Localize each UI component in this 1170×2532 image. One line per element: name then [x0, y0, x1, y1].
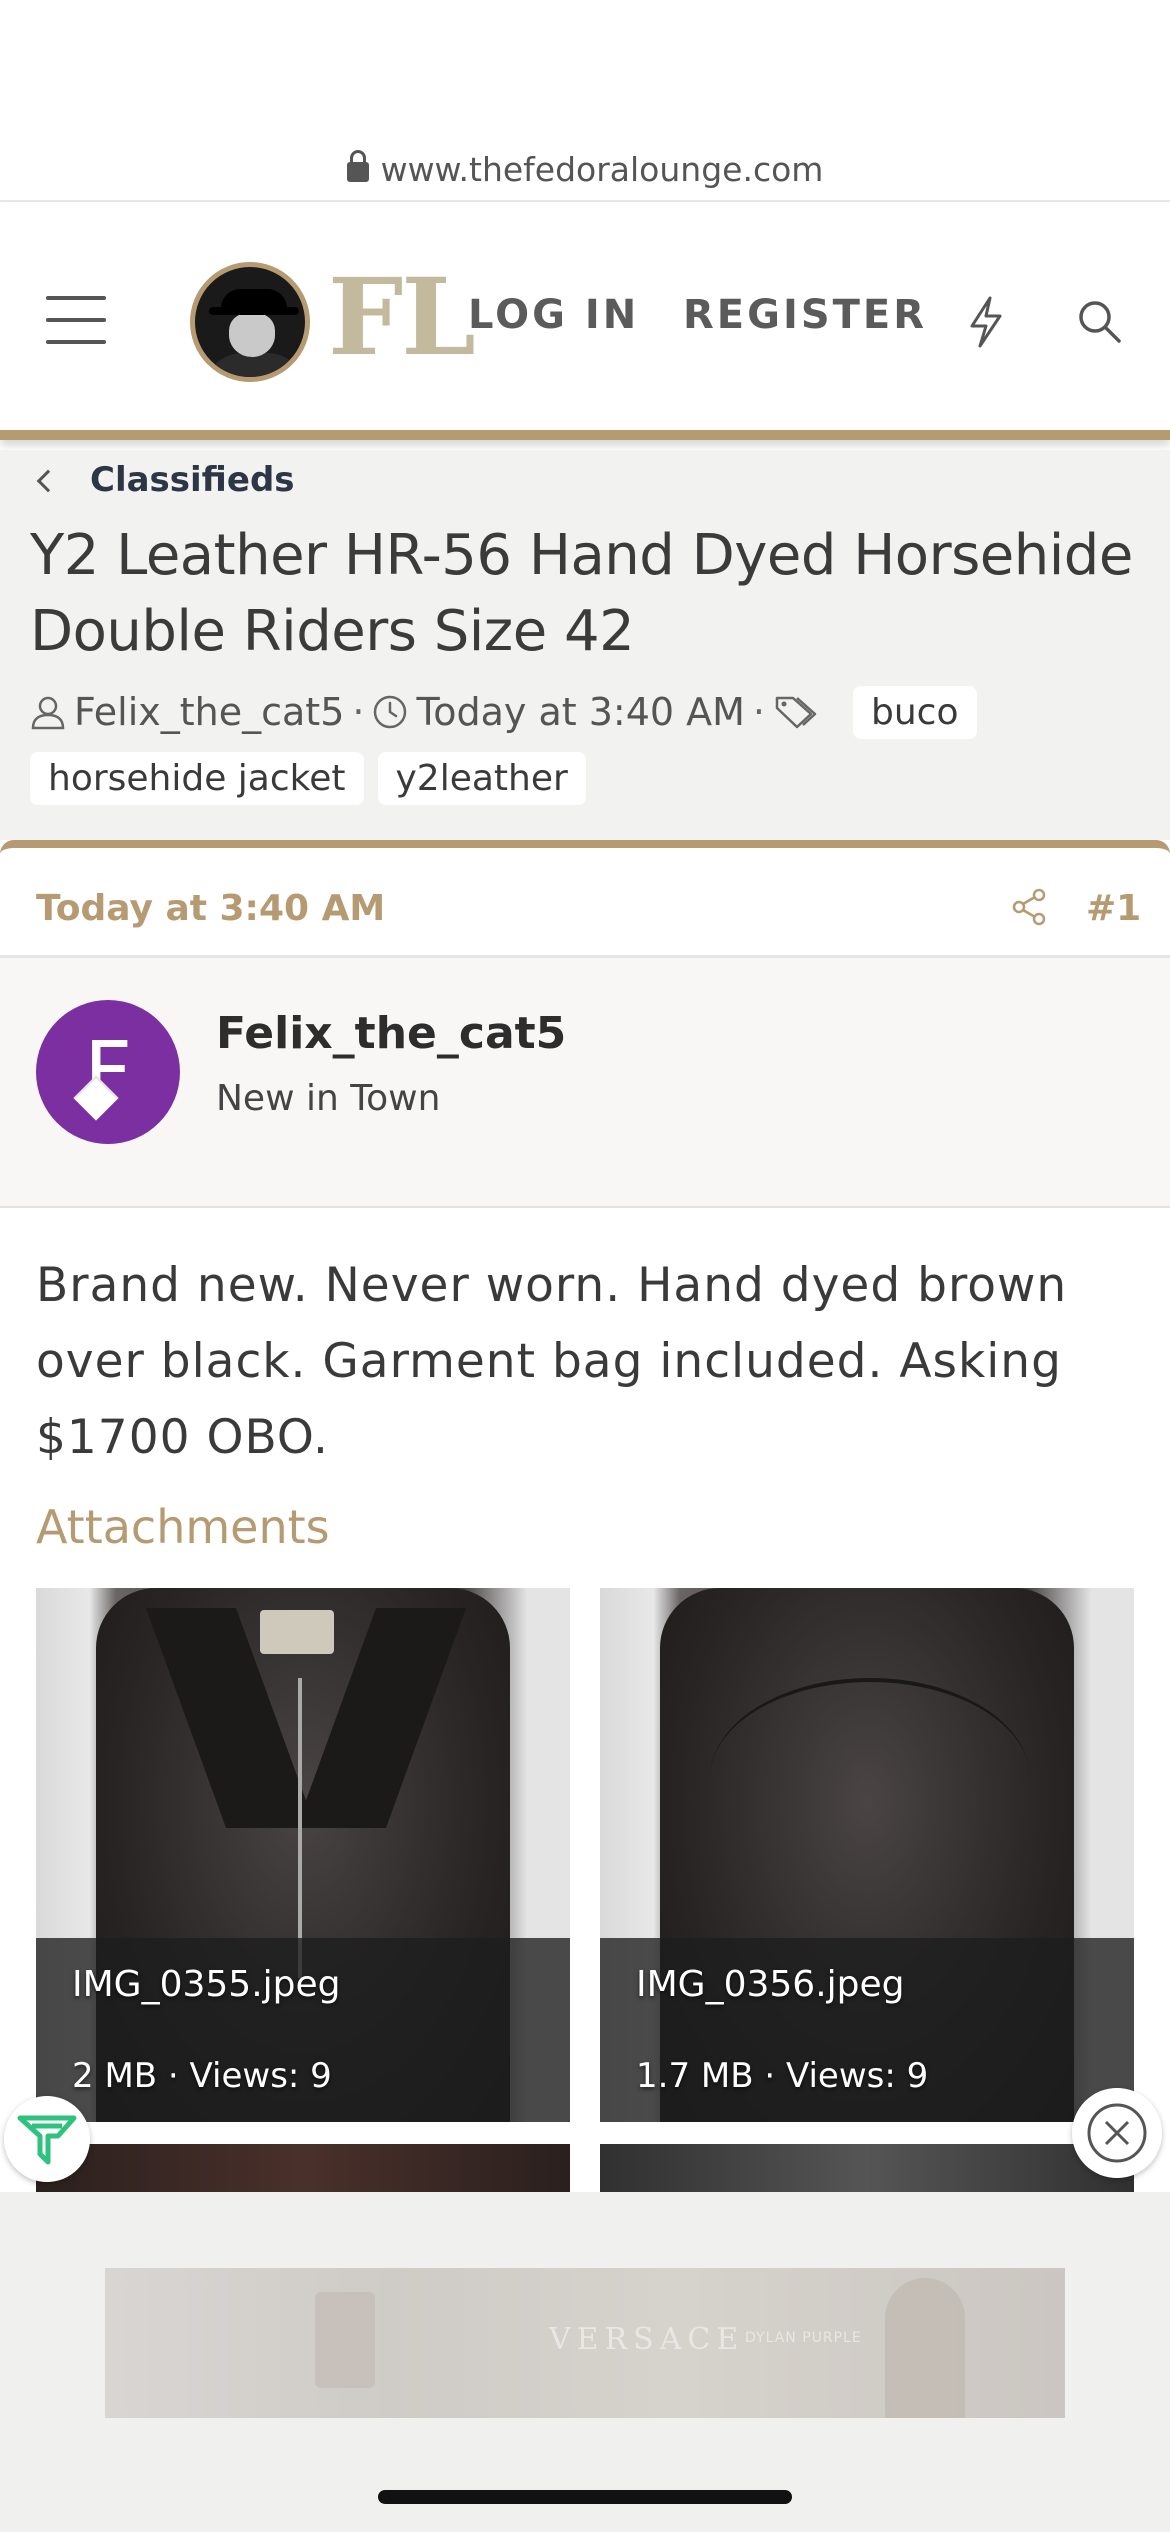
clock-icon [374, 695, 407, 729]
bolt-icon[interactable] [966, 296, 1006, 348]
home-indicator[interactable] [378, 2490, 792, 2504]
tag-chip[interactable]: buco [853, 685, 977, 739]
attachment-thumbnail[interactable]: IMG_0355.jpeg 2 MB · Views: 9 [36, 1588, 570, 2122]
post-number[interactable]: #1 [1086, 888, 1141, 929]
breadcrumb-label: Classifieds [90, 460, 295, 500]
lock-icon [346, 150, 369, 182]
site-header: FL LOG IN REGISTER [0, 202, 1170, 440]
post-date[interactable]: Today at 3:40 AM [36, 888, 385, 929]
attachment-meta: 2 MB · Views: 9 [72, 2056, 332, 2096]
thread-header: Classifieds Y2 Leather HR-56 Hand Dyed H… [0, 450, 1170, 840]
ad-banner[interactable]: VERSACE DYLAN PURPLE [105, 2268, 1065, 2418]
browser-url-bar[interactable]: www.thefedoralounge.com [0, 0, 1170, 202]
avatar[interactable]: F [36, 1000, 180, 1144]
thread-author[interactable]: Felix_the_cat5 [74, 690, 344, 734]
url-text: www.thefedoralounge.com [380, 150, 824, 189]
breadcrumb[interactable]: Classifieds [36, 460, 295, 500]
tags-icon [775, 696, 817, 729]
thread-time[interactable]: Today at 3:40 AM [416, 690, 744, 734]
site-logo-text[interactable]: FL [328, 264, 476, 370]
user-icon [31, 696, 65, 730]
attachments-heading: Attachments [36, 1500, 330, 1554]
attachment-filename: IMG_0355.jpeg [72, 1964, 341, 2005]
feedzy-logo-icon[interactable] [4, 2096, 90, 2182]
post-header: Today at 3:40 AM #1 [0, 848, 1170, 958]
login-link[interactable]: LOG IN [468, 292, 639, 338]
attachment-meta: 1.7 MB · Views: 9 [636, 2056, 929, 2096]
tag-chip[interactable]: y2leather [377, 751, 586, 805]
close-icon[interactable] [1072, 2088, 1162, 2178]
attachment-filename: IMG_0356.jpeg [636, 1964, 905, 2005]
ad-bottle-image [315, 2292, 375, 2388]
meta-separator: · [752, 690, 766, 734]
attachment-thumbnail[interactable] [600, 2144, 1134, 2194]
attachment-thumbnail[interactable]: IMG_0356.jpeg 1.7 MB · Views: 9 [600, 1588, 1134, 2122]
url-display[interactable]: www.thefedoralounge.com [0, 150, 1170, 189]
register-link[interactable]: REGISTER [683, 292, 927, 338]
ad-model-image [885, 2278, 965, 2418]
share-icon[interactable] [1010, 888, 1048, 926]
chevron-left-icon [36, 469, 60, 493]
thread-meta: Felix_the_cat5 · Today at 3:40 AM · buco… [30, 682, 1150, 808]
ad-container: VERSACE DYLAN PURPLE [0, 2192, 1170, 2532]
search-icon[interactable] [1076, 298, 1122, 344]
tag-chip[interactable]: horsehide jacket [30, 751, 364, 805]
page-title: Y2 Leather HR-56 Hand Dyed Horsehide Dou… [30, 523, 1133, 664]
attachment-thumbnail[interactable] [36, 2144, 570, 2194]
site-logo-emblem[interactable] [190, 262, 310, 382]
meta-separator: · [352, 690, 365, 734]
ad-brand: VERSACE [549, 2322, 745, 2357]
post-card: Today at 3:40 AM #1 F Felix_the_cat5 New… [0, 840, 1170, 2200]
ad-subtext: DYLAN PURPLE [745, 2330, 862, 2346]
post-user-block: F Felix_the_cat5 New in Town [0, 958, 1170, 1208]
menu-icon[interactable] [46, 296, 106, 344]
user-title: New in Town [216, 1078, 441, 1119]
post-body: Brand new. Never worn. Hand dyed brown o… [36, 1258, 1068, 1465]
post-username[interactable]: Felix_the_cat5 [216, 1008, 566, 1059]
